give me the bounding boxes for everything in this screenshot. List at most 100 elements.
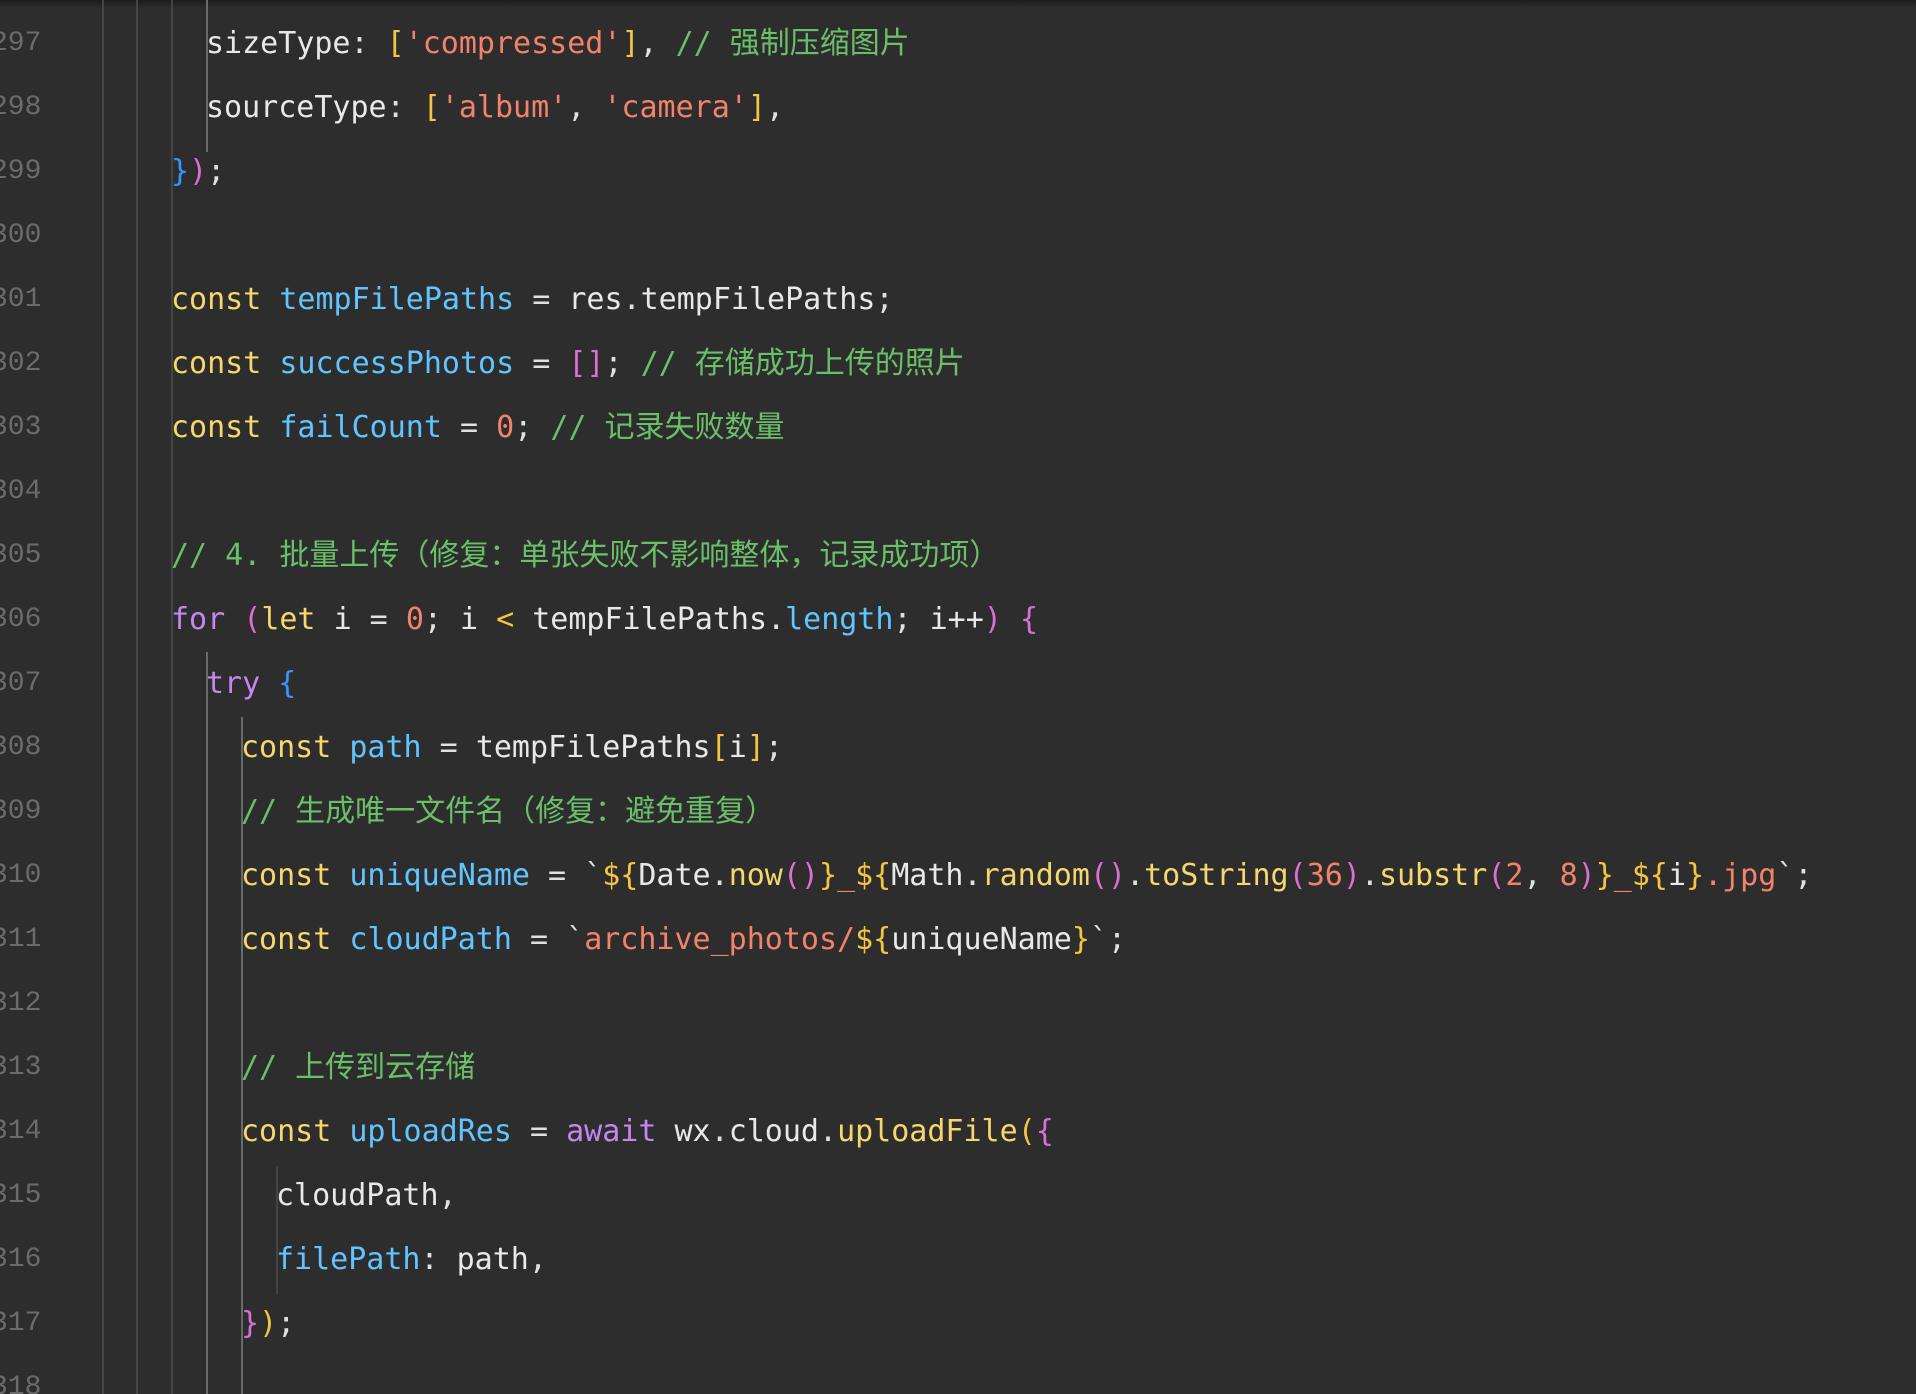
code-token: const bbox=[171, 346, 280, 381]
code-token: ( bbox=[1288, 858, 1307, 893]
code-token: , bbox=[567, 90, 604, 125]
code-token: failCount bbox=[279, 410, 442, 445]
code-token: res bbox=[568, 282, 623, 317]
indent-guide bbox=[206, 652, 208, 1394]
code-token: // 上传到云存储 bbox=[241, 1050, 476, 1085]
code-area[interactable]: sizeType: ['compressed'], // 强制压缩图片 sourc… bbox=[0, 0, 1916, 1394]
code-token: ( bbox=[1017, 1114, 1036, 1149]
code-token: () bbox=[782, 858, 819, 893]
code-line[interactable]: // 4. 批量上传（修复：单张失败不影响整体，记录成功项） bbox=[171, 524, 999, 588]
code-token: ; bbox=[893, 602, 930, 637]
code-line[interactable]: // 生成唯一文件名（修复：避免重复） bbox=[241, 780, 775, 844]
code-token: 0 bbox=[405, 602, 424, 637]
code-token: } bbox=[1686, 858, 1705, 893]
code-line[interactable]: const cloudPath = `archive_photos/${uniq… bbox=[241, 908, 1126, 972]
code-token: ` bbox=[584, 858, 603, 893]
code-token: . bbox=[767, 602, 786, 637]
code-line[interactable]: for (let i = 0; i < tempFilePaths.length… bbox=[171, 588, 1038, 652]
code-token: = bbox=[441, 410, 497, 445]
code-token: _ bbox=[837, 858, 856, 893]
code-line[interactable]: }); bbox=[241, 1292, 295, 1356]
code-token: substr bbox=[1378, 858, 1488, 893]
code-token: = bbox=[514, 282, 569, 317]
code-token: await bbox=[566, 1114, 675, 1149]
code-token: ; bbox=[207, 154, 226, 189]
code-token: ; bbox=[1794, 858, 1813, 893]
code-token: // 强制压缩图片 bbox=[675, 26, 910, 61]
code-token: successPhotos bbox=[279, 346, 515, 381]
code-token: cloudPath bbox=[276, 1178, 439, 1213]
code-token: ) bbox=[1342, 858, 1361, 893]
code-token: 36 bbox=[1306, 858, 1343, 893]
code-token: ${ bbox=[855, 922, 892, 957]
code-line[interactable]: cloudPath, bbox=[276, 1164, 457, 1228]
code-token: i++ bbox=[929, 602, 984, 637]
code-token: ) bbox=[983, 602, 1002, 637]
code-token: i bbox=[333, 602, 352, 637]
code-token: ( bbox=[243, 602, 262, 637]
code-token: 'compressed' bbox=[404, 26, 622, 61]
code-token: ${ bbox=[602, 858, 639, 893]
code-token: let bbox=[261, 602, 334, 637]
code-token: . bbox=[710, 1114, 729, 1149]
code-line[interactable]: sizeType: ['compressed'], // 强制压缩图片 bbox=[206, 12, 910, 76]
code-token: const bbox=[241, 858, 350, 893]
code-token: ${ bbox=[855, 858, 892, 893]
code-token: ) bbox=[189, 154, 208, 189]
code-line[interactable]: const path = tempFilePaths[i]; bbox=[241, 716, 783, 780]
code-token: : bbox=[420, 1242, 457, 1277]
code-token: Date bbox=[638, 858, 711, 893]
code-token: uniqueName bbox=[891, 922, 1072, 957]
code-token: ) bbox=[259, 1306, 278, 1341]
code-token: const bbox=[241, 922, 350, 957]
code-token: } bbox=[1071, 922, 1090, 957]
code-token: _ bbox=[1613, 858, 1632, 893]
code-line[interactable]: filePath: path, bbox=[276, 1228, 547, 1292]
code-token: ${ bbox=[1631, 858, 1668, 893]
code-line[interactable]: sourceType: ['album', 'camera'], bbox=[206, 76, 784, 140]
code-token: wx bbox=[674, 1114, 711, 1149]
code-token: , bbox=[528, 1242, 547, 1277]
code-token: . bbox=[1360, 858, 1379, 893]
code-line[interactable]: const uploadRes = await wx.cloud.uploadF… bbox=[241, 1100, 1054, 1164]
code-token: filePath bbox=[276, 1242, 421, 1277]
code-token: : bbox=[350, 26, 387, 61]
code-token: Math bbox=[891, 858, 964, 893]
code-token: tempFilePaths bbox=[279, 282, 515, 317]
code-token: 0 bbox=[496, 410, 515, 445]
code-token: ; bbox=[514, 410, 551, 445]
code-token: [ bbox=[422, 90, 441, 125]
code-token: < bbox=[478, 602, 533, 637]
code-line[interactable]: }); bbox=[171, 140, 225, 204]
code-line[interactable]: const successPhotos = []; // 存储成功上传的照片 bbox=[171, 332, 965, 396]
code-token: = bbox=[511, 1114, 567, 1149]
code-token: i bbox=[728, 730, 747, 765]
code-token: [ bbox=[710, 730, 729, 765]
code-token: { bbox=[1035, 1114, 1054, 1149]
code-editor[interactable]: 2972982993003013023033043053063073083093… bbox=[0, 0, 1916, 1394]
code-token: ) bbox=[1577, 858, 1596, 893]
code-token: i bbox=[1667, 858, 1686, 893]
code-token: // 生成唯一文件名（修复：避免重复） bbox=[241, 794, 776, 829]
code-token: const bbox=[171, 282, 280, 317]
code-token: ; bbox=[423, 602, 460, 637]
code-token: now bbox=[728, 858, 783, 893]
code-line[interactable]: const failCount = 0; // 记录失败数量 bbox=[171, 396, 785, 460]
code-token: , bbox=[639, 26, 676, 61]
code-token: i bbox=[460, 602, 479, 637]
code-token: ; bbox=[875, 282, 894, 317]
code-token: ; bbox=[764, 730, 783, 765]
code-line[interactable]: const uniqueName = `${Date.now()}_${Math… bbox=[241, 844, 1812, 908]
indent-guide bbox=[136, 0, 138, 1394]
code-token: uploadRes bbox=[349, 1114, 512, 1149]
code-line[interactable]: const tempFilePaths = res.tempFilePaths; bbox=[171, 268, 894, 332]
code-token: sourceType bbox=[206, 90, 387, 125]
code-token: tempFilePaths bbox=[640, 282, 876, 317]
code-token: ` bbox=[566, 922, 585, 957]
code-token: 'album' bbox=[440, 90, 568, 125]
code-line[interactable]: try { bbox=[206, 652, 296, 716]
code-line[interactable]: // 上传到云存储 bbox=[241, 1036, 475, 1100]
code-token: tempFilePaths bbox=[532, 602, 768, 637]
code-token: path bbox=[456, 1242, 529, 1277]
